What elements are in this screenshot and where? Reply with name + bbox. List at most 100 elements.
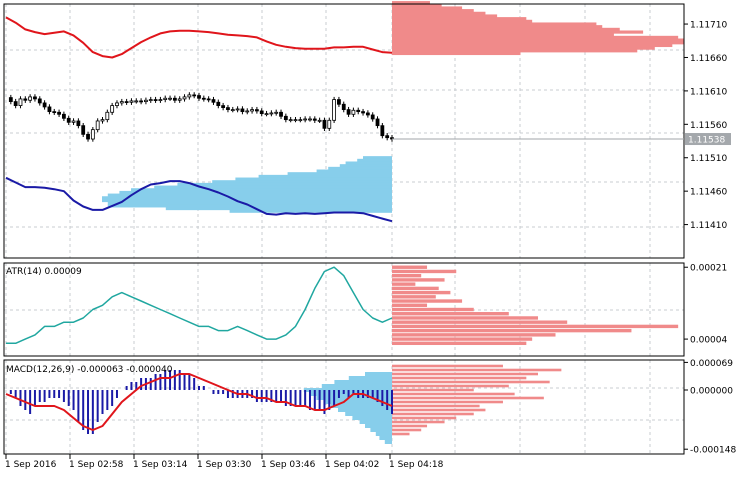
atr-histogram-bar — [392, 290, 451, 295]
candle-body — [105, 111, 110, 121]
candle-body — [341, 103, 346, 111]
macd-histogram-right-bar — [392, 372, 538, 376]
atr-histogram-bar — [392, 273, 422, 278]
macd-histogram-left-bar — [365, 372, 392, 376]
candle-body — [47, 106, 52, 113]
candle-body — [197, 95, 201, 99]
atr-line — [6, 266, 393, 345]
candle-body — [361, 111, 365, 114]
atr-histogram-bar — [392, 337, 533, 341]
macd-histogram-left-bar — [359, 420, 392, 424]
candle-body — [375, 118, 380, 127]
candle-body — [312, 118, 317, 121]
x-tick-label: 1 Sep 04:02 — [325, 460, 379, 470]
atr-histogram-bar — [392, 307, 474, 312]
atr-histogram-bar — [392, 282, 416, 286]
macd-histogram-right-bar — [392, 428, 422, 432]
candle-body — [245, 110, 250, 113]
x-tick-label: 1 Sep 02:58 — [69, 460, 124, 470]
y-tick-label: 1.11560 — [690, 121, 727, 131]
x-tick-label: 1 Sep 03:30 — [197, 460, 252, 470]
candle-body — [211, 99, 216, 103]
atr-histogram-bar — [392, 303, 428, 307]
candle-body — [52, 111, 57, 114]
x-tick-label: 1 Sep 03:46 — [261, 460, 316, 470]
candle-body — [356, 109, 361, 113]
candle-body — [18, 98, 23, 106]
x-tick-label: 1 Sep 03:14 — [133, 460, 188, 470]
atr-indicator-label: ATR(14) 0.00009 — [6, 267, 82, 277]
atr-histogram-bar — [392, 316, 538, 320]
candle-body — [250, 109, 254, 112]
candle-body — [37, 98, 42, 104]
macd-histogram-left-bar — [345, 412, 392, 416]
chart-canvas: 1.11710 1.11660 1.11610 1.11560 1.11510 1.114… — [3, 1, 736, 470]
macd-histogram-right-bar — [392, 412, 474, 416]
macd-histogram-left-bar — [365, 424, 392, 428]
y-tick-label: 1.11460 — [690, 188, 727, 198]
upper-band-line — [5, 16, 393, 59]
candle-body — [206, 98, 211, 101]
candle-body — [288, 119, 293, 122]
macd-histogram-right-bar — [392, 404, 480, 408]
candle-body — [81, 125, 86, 135]
candle-body — [71, 120, 76, 123]
macd-histogram-left-bar — [352, 416, 392, 420]
macd-histogram-right-bar — [392, 368, 562, 372]
candle-body — [124, 101, 129, 103]
candle-body — [216, 101, 221, 107]
y-tick-label: 1.11660 — [690, 54, 727, 64]
macd-indicator-label: MACD(12,26,9) -0.000063 -0.000040 — [6, 365, 173, 375]
candle-body — [153, 99, 158, 101]
macd-histogram-right-bar — [392, 380, 550, 384]
candle-body — [110, 105, 115, 113]
candle-body — [293, 119, 298, 122]
candle-body — [380, 125, 385, 137]
candle-body — [163, 97, 168, 100]
candle-body — [192, 94, 197, 97]
candle-body — [274, 111, 279, 114]
candle-body — [346, 109, 351, 115]
candle-body — [8, 97, 13, 102]
macd-histogram-left-bar — [316, 396, 392, 400]
candle-body — [144, 99, 148, 102]
candle-body — [148, 99, 153, 101]
candle-body — [33, 96, 37, 100]
macd-histogram-left-bar — [375, 432, 392, 436]
candle-body — [230, 109, 235, 112]
candle-body — [317, 119, 322, 122]
macd-histogram-left-bar — [379, 436, 392, 440]
atr-histogram-bar — [392, 269, 457, 274]
candle-body — [201, 97, 206, 100]
candle-body — [187, 94, 192, 98]
candle-body — [66, 117, 71, 123]
y-tick-label: 0.00004 — [690, 336, 727, 346]
candle-body — [129, 100, 134, 103]
candle-body — [13, 101, 18, 106]
upper-histogram-bar — [392, 51, 521, 56]
current-price-label: 1.11538 — [688, 136, 725, 146]
macd-histogram-left-bar — [334, 380, 392, 384]
candle-body — [370, 114, 375, 120]
atr-histogram-bar — [392, 299, 463, 303]
candle-body — [308, 118, 312, 121]
candle-body — [259, 110, 264, 115]
candle-body — [23, 98, 28, 101]
candle-body — [90, 129, 95, 140]
y-tick-label: 0.000000 — [690, 387, 733, 397]
candle-body — [322, 119, 327, 129]
candle-body — [337, 99, 341, 105]
candle-body — [119, 101, 124, 104]
candle-body — [86, 133, 90, 140]
candle-body — [134, 100, 139, 103]
candle-body — [385, 135, 390, 139]
candle-body — [115, 102, 119, 106]
candle-body — [235, 108, 240, 111]
y-tick-label: 1.11410 — [690, 221, 727, 231]
macd-histogram-left-bar — [321, 384, 392, 388]
candle-body — [303, 118, 308, 121]
candle-body — [172, 97, 177, 101]
atr-histogram-bar — [392, 341, 527, 346]
candle-body — [57, 111, 61, 115]
atr-histogram-bar — [392, 295, 436, 299]
